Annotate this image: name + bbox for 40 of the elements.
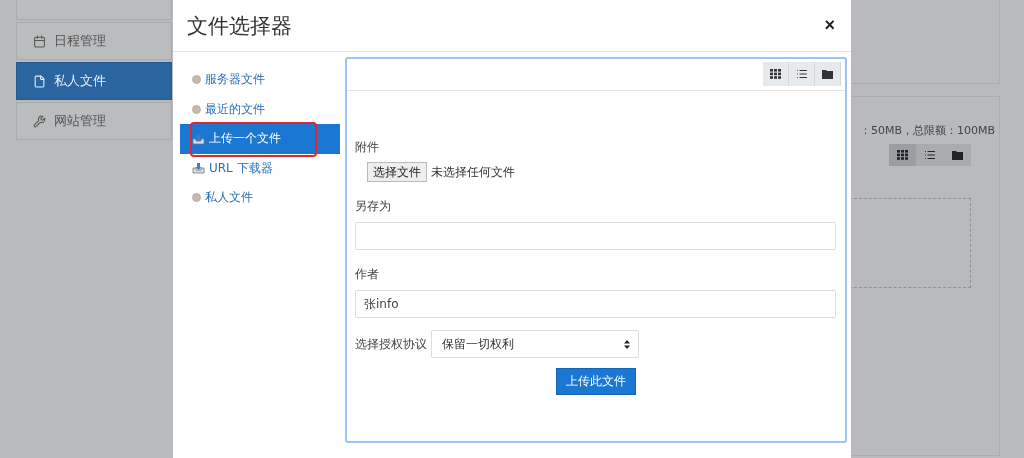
view-button[interactable] xyxy=(789,62,815,86)
wrench-icon xyxy=(33,114,46,128)
field-label: 作者 xyxy=(355,266,380,283)
grid-icon xyxy=(770,69,781,79)
list-icon xyxy=(924,149,936,161)
repository-item[interactable]: URL 下载器 xyxy=(180,153,340,183)
upload-button[interactable]: 上传此文件 xyxy=(556,368,636,395)
calendar-icon xyxy=(33,34,46,48)
view-button[interactable] xyxy=(763,62,789,86)
field-label: 选择授权协议 xyxy=(355,335,427,353)
dot-icon xyxy=(192,104,201,114)
nav-item[interactable]: 私人文件 xyxy=(16,62,172,100)
repository-item[interactable]: 最近的文件 xyxy=(180,94,340,124)
dialog-title: 文件选择器 xyxy=(187,12,292,40)
file-icon xyxy=(33,74,46,88)
field-label: 另存为 xyxy=(355,198,392,215)
nav-item[interactable]: 日程管理 xyxy=(16,22,172,60)
repository-item[interactable]: 服务器文件 xyxy=(180,65,340,95)
close-button[interactable]: × xyxy=(822,15,837,36)
repository-item[interactable]: 私人文件 xyxy=(180,183,340,213)
file-status-text: 未选择任何文件 xyxy=(431,163,515,181)
grid-icon xyxy=(897,150,909,160)
folder-icon xyxy=(822,69,833,79)
list-icon xyxy=(795,68,808,80)
tray-upload-icon xyxy=(192,132,205,145)
dot-icon xyxy=(192,193,201,203)
nav-item[interactable]: 网站管理 xyxy=(16,102,172,140)
view-button[interactable] xyxy=(815,62,841,86)
view-button[interactable] xyxy=(889,144,917,166)
field-label: 附件 xyxy=(355,139,380,156)
license-select[interactable]: 保留一切权利 xyxy=(431,330,639,358)
folder-icon xyxy=(951,150,963,160)
sort-caret-icon xyxy=(624,339,630,349)
choose-file-button[interactable]: 选择文件 xyxy=(367,162,427,182)
input-field[interactable]: 张info xyxy=(355,290,836,318)
tray-download-icon xyxy=(192,162,205,175)
quota-text: ：50MB，总限额：100MB xyxy=(859,123,995,138)
input-field[interactable] xyxy=(355,222,836,250)
dot-icon xyxy=(192,75,201,85)
repository-item[interactable]: 上传一个文件 xyxy=(180,124,340,154)
